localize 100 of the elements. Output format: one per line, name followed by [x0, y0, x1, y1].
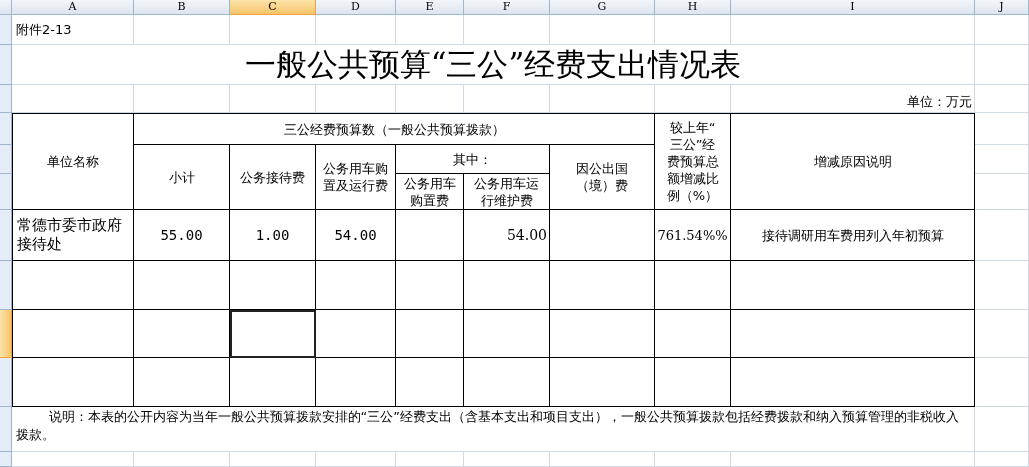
- table-cell[interactable]: [464, 261, 550, 310]
- sheet-cell[interactable]: [975, 358, 1029, 407]
- sheet-cell[interactable]: [975, 310, 1029, 358]
- sheet-title: 一般公共预算“三公”经费支出情况表: [12, 45, 975, 85]
- table-cell[interactable]: [655, 310, 731, 358]
- table-cell[interactable]: [655, 261, 731, 310]
- sheet-cell[interactable]: [975, 261, 1029, 310]
- row-header[interactable]: [0, 85, 12, 113]
- sheet-cell[interactable]: [464, 85, 550, 113]
- table-cell[interactable]: [12, 358, 134, 407]
- sheet-cell[interactable]: [975, 452, 1029, 467]
- table-cell[interactable]: [12, 310, 134, 358]
- column-header[interactable]: C: [230, 0, 316, 15]
- sheet-cell[interactable]: [731, 452, 975, 467]
- table-cell[interactable]: [134, 358, 230, 407]
- sheet-cell[interactable]: [464, 452, 550, 467]
- sheet-cell[interactable]: [134, 85, 230, 113]
- table-cell[interactable]: [12, 261, 134, 310]
- table-header-cell: 其中：: [396, 145, 550, 174]
- table-cell[interactable]: [731, 358, 975, 407]
- table-cell[interactable]: [316, 310, 396, 358]
- row-header[interactable]: [0, 261, 12, 310]
- table-cell[interactable]: [230, 358, 316, 407]
- table-cell[interactable]: [550, 210, 655, 261]
- row-header[interactable]: [0, 174, 12, 210]
- table-cell[interactable]: [464, 358, 550, 407]
- row-header[interactable]: [0, 310, 12, 358]
- sheet-cell[interactable]: [464, 15, 550, 45]
- row-header[interactable]: [0, 210, 12, 261]
- sheet-cell[interactable]: [396, 15, 464, 45]
- table-cell[interactable]: [396, 210, 464, 261]
- table-cell[interactable]: 接待调研用车费用列入年初预算: [731, 210, 975, 261]
- table-cell[interactable]: [230, 310, 316, 358]
- sheet-cell[interactable]: [655, 85, 731, 113]
- sheet-cell[interactable]: [230, 85, 316, 113]
- corner-header[interactable]: [0, 0, 12, 15]
- table-cell[interactable]: [396, 310, 464, 358]
- table-cell[interactable]: [134, 261, 230, 310]
- row-header[interactable]: [0, 452, 12, 467]
- sheet-cell[interactable]: [396, 452, 464, 467]
- sheet-cell[interactable]: [655, 452, 731, 467]
- sheet-cell[interactable]: [12, 15, 134, 45]
- sheet-cell[interactable]: [550, 85, 655, 113]
- table-cell[interactable]: [550, 358, 655, 407]
- sheet-cell[interactable]: [396, 85, 464, 113]
- column-header[interactable]: I: [731, 0, 975, 15]
- sheet-cell[interactable]: [975, 210, 1029, 261]
- sheet-cell[interactable]: [975, 145, 1029, 174]
- sheet-cell[interactable]: [230, 15, 316, 45]
- row-header[interactable]: [0, 358, 12, 407]
- column-header[interactable]: G: [550, 0, 655, 15]
- table-cell[interactable]: 54.00: [464, 210, 550, 261]
- table-cell[interactable]: [396, 358, 464, 407]
- table-cell[interactable]: [550, 261, 655, 310]
- column-header[interactable]: D: [316, 0, 396, 15]
- sheet-cell[interactable]: [12, 85, 134, 113]
- table-cell[interactable]: [655, 358, 731, 407]
- table-cell[interactable]: [731, 310, 975, 358]
- sheet-cell[interactable]: [731, 85, 975, 113]
- column-header[interactable]: B: [134, 0, 230, 15]
- sheet-cell[interactable]: [731, 15, 975, 45]
- sheet-cell[interactable]: [134, 15, 230, 45]
- table-cell[interactable]: [316, 358, 396, 407]
- column-header[interactable]: H: [655, 0, 731, 15]
- row-header[interactable]: [0, 45, 12, 85]
- table-cell[interactable]: [396, 261, 464, 310]
- table-cell[interactable]: [134, 310, 230, 358]
- table-cell[interactable]: [731, 261, 975, 310]
- row-header[interactable]: [0, 15, 12, 45]
- sheet-cell[interactable]: [316, 15, 396, 45]
- sheet-cell[interactable]: [975, 174, 1029, 210]
- row-header[interactable]: [0, 145, 12, 174]
- column-header[interactable]: F: [464, 0, 550, 15]
- sheet-cell[interactable]: [230, 452, 316, 467]
- row-header[interactable]: [0, 113, 12, 145]
- table-cell[interactable]: [550, 310, 655, 358]
- table-cell[interactable]: 54.00: [316, 210, 396, 261]
- sheet-cell[interactable]: [975, 45, 1029, 85]
- table-cell[interactable]: [316, 261, 396, 310]
- sheet-cell[interactable]: [316, 85, 396, 113]
- table-cell[interactable]: 1.00: [230, 210, 316, 261]
- sheet-cell[interactable]: [12, 452, 134, 467]
- sheet-cell[interactable]: [975, 407, 1029, 452]
- sheet-cell[interactable]: [975, 85, 1029, 113]
- column-header[interactable]: E: [396, 0, 464, 15]
- sheet-cell[interactable]: [134, 452, 230, 467]
- table-cell[interactable]: 55.00: [134, 210, 230, 261]
- row-header[interactable]: [0, 407, 12, 452]
- sheet-cell[interactable]: [550, 452, 655, 467]
- sheet-cell[interactable]: [316, 452, 396, 467]
- table-cell[interactable]: 常德市委市政府接待处: [12, 210, 134, 261]
- table-cell[interactable]: [464, 310, 550, 358]
- column-header[interactable]: J: [975, 0, 1029, 15]
- table-cell[interactable]: 761.54%%: [655, 210, 731, 261]
- sheet-cell[interactable]: [975, 113, 1029, 145]
- sheet-cell[interactable]: [975, 15, 1029, 45]
- sheet-cell[interactable]: [550, 15, 655, 45]
- column-header[interactable]: A: [12, 0, 134, 15]
- table-cell[interactable]: [230, 261, 316, 310]
- sheet-cell[interactable]: [655, 15, 731, 45]
